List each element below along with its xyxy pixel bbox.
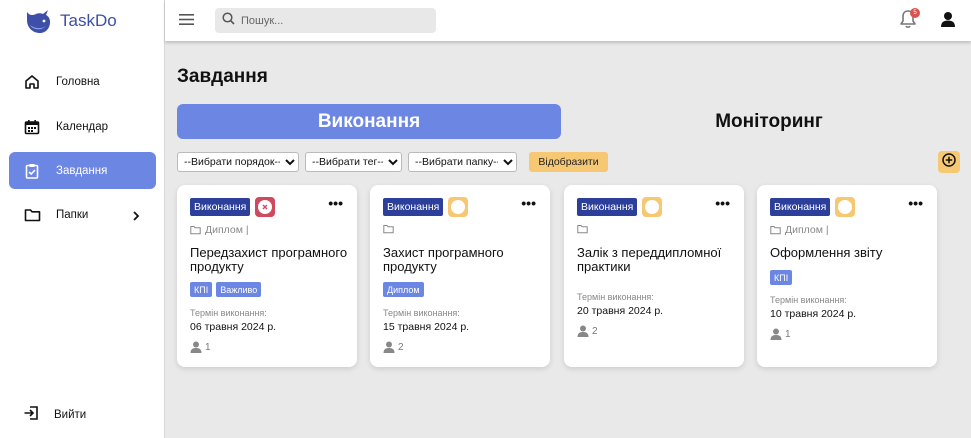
folder-icon xyxy=(770,226,781,235)
task-card[interactable]: Виконання ••• Диплом | Передзахист прогр… xyxy=(177,185,357,367)
folder-icon xyxy=(383,225,394,234)
due-date: 20 травня 2024 р. xyxy=(577,305,664,317)
tag-chip: КПІ xyxy=(770,270,793,285)
app-logo[interactable]: TaskDo xyxy=(24,6,117,36)
state-toggle-button[interactable] xyxy=(835,197,855,217)
page-title: Завдання xyxy=(177,66,268,87)
card-folder xyxy=(577,224,592,234)
sidebar: TaskDo Головна Календар Завдання Папки В… xyxy=(0,0,165,438)
status-badge: Виконання xyxy=(770,198,831,216)
more-options-icon[interactable]: ••• xyxy=(715,196,730,210)
logout-button[interactable]: Вийти xyxy=(9,398,156,432)
status-badge: Виконання xyxy=(383,198,444,216)
more-options-icon[interactable]: ••• xyxy=(521,196,536,210)
home-icon xyxy=(23,73,41,91)
circle-icon xyxy=(838,200,852,214)
close-icon xyxy=(258,200,272,214)
tag-select[interactable]: --Вибрати тег-- xyxy=(305,152,402,172)
assignee-number: 2 xyxy=(398,341,404,353)
assignee-count: 1 xyxy=(770,328,791,340)
task-card[interactable]: Виконання ••• Залік з переддипломної пра… xyxy=(564,185,744,367)
folder-icon xyxy=(190,226,201,235)
due-date: 15 травня 2024 р. xyxy=(383,321,470,333)
order-select[interactable]: --Вибрати порядок-- xyxy=(177,152,299,172)
state-toggle-button[interactable] xyxy=(255,197,275,217)
sidebar-item-calendar[interactable]: Календар xyxy=(9,108,156,145)
topbar: 5 xyxy=(165,0,971,41)
due-label: Термін виконання: xyxy=(383,308,460,318)
card-tags: КПІ Важливо xyxy=(190,282,262,297)
tag-chip: КПІ xyxy=(190,282,213,297)
card-title: Захист програмного продукту xyxy=(383,245,504,274)
card-tags: КПІ xyxy=(770,270,793,285)
assignee-count: 1 xyxy=(190,341,211,353)
due-date: 06 травня 2024 р. xyxy=(190,321,277,333)
sidebar-item-folders[interactable]: Папки xyxy=(9,196,156,233)
sidebar-item-label: Календар xyxy=(56,120,109,133)
person-icon xyxy=(383,341,395,353)
card-title: Оформлення звіту xyxy=(770,245,883,260)
status-badge: Виконання xyxy=(190,198,251,216)
card-folder: Диплом | xyxy=(770,224,829,236)
sidebar-item-home[interactable]: Головна xyxy=(9,63,156,100)
folder-select[interactable]: --Вибрати папку-- xyxy=(408,152,517,172)
person-icon xyxy=(577,325,589,337)
app-name: TaskDo xyxy=(60,11,117,30)
sidebar-item-tasks[interactable]: Завдання xyxy=(9,152,156,189)
notification-count-badge: 5 xyxy=(910,8,920,18)
assignee-number: 2 xyxy=(592,325,598,337)
card-folder xyxy=(383,224,398,234)
sidebar-item-label: Папки xyxy=(56,208,89,221)
folder-name: Диплом | xyxy=(205,224,249,236)
task-card[interactable]: Виконання ••• Диплом | Оформлення звіту … xyxy=(757,185,937,367)
tab-execution[interactable]: Виконання xyxy=(177,104,561,139)
due-label: Термін виконання: xyxy=(770,295,847,305)
menu-icon[interactable] xyxy=(179,13,194,31)
chevron-right-icon xyxy=(132,208,140,226)
state-toggle-button[interactable] xyxy=(448,197,468,217)
search-input[interactable] xyxy=(241,14,421,27)
more-options-icon[interactable]: ••• xyxy=(328,196,343,210)
add-task-button[interactable] xyxy=(938,151,960,173)
whale-logo-icon xyxy=(27,10,50,33)
calendar-icon xyxy=(23,118,41,136)
folder-icon xyxy=(577,225,588,234)
show-button[interactable]: Відобразити xyxy=(529,152,608,172)
more-options-icon[interactable]: ••• xyxy=(908,196,923,210)
folder-icon xyxy=(23,206,41,224)
due-label: Термін виконання: xyxy=(190,308,267,318)
search-box xyxy=(215,8,436,33)
tab-monitoring[interactable]: Моніторинг xyxy=(577,104,961,139)
card-title: Залік з переддипломної практики xyxy=(577,245,722,274)
person-icon xyxy=(770,328,782,340)
folder-name: Диплом | xyxy=(785,224,829,236)
search-icon xyxy=(222,11,235,30)
user-avatar-icon[interactable] xyxy=(940,11,956,33)
circle-icon xyxy=(451,200,465,214)
task-card[interactable]: Виконання ••• Захист програмного продукт… xyxy=(370,185,550,367)
task-clipboard-icon xyxy=(23,162,41,180)
sidebar-item-label: Головна xyxy=(56,75,100,88)
assignee-count: 2 xyxy=(383,341,404,353)
tag-chip: Диплом xyxy=(383,282,424,297)
assignee-number: 1 xyxy=(785,328,791,340)
logout-label: Вийти xyxy=(54,409,87,421)
card-folder: Диплом | xyxy=(190,224,249,236)
sidebar-item-label: Завдання xyxy=(56,164,108,177)
logout-icon xyxy=(23,405,39,426)
person-icon xyxy=(190,341,202,353)
assignee-number: 1 xyxy=(205,341,211,353)
status-badge: Виконання xyxy=(577,198,638,216)
card-tags: Диплом xyxy=(383,282,424,297)
assignee-count: 2 xyxy=(577,325,598,337)
plus-circle-icon xyxy=(942,152,956,172)
due-label: Термін виконання: xyxy=(577,292,654,302)
tag-chip: Важливо xyxy=(216,282,262,297)
card-title: Передзахист програмного продукту xyxy=(190,245,348,274)
due-date: 10 травня 2024 р. xyxy=(770,308,857,320)
circle-icon xyxy=(645,200,659,214)
state-toggle-button[interactable] xyxy=(642,197,662,217)
